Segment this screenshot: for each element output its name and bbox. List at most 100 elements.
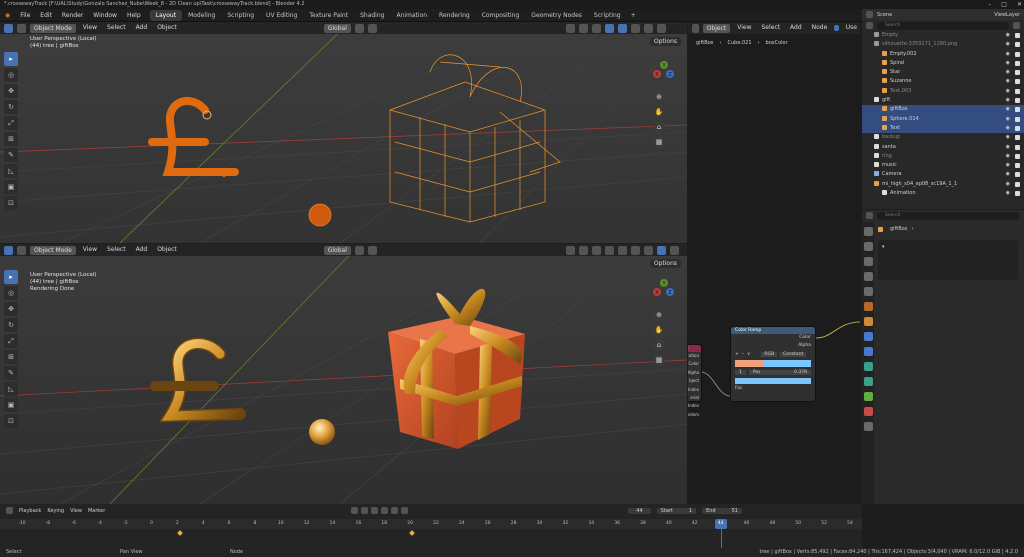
render-toggle-icon[interactable] xyxy=(1015,70,1020,76)
outliner-panel[interactable]: Scene ViewLayer Search Empty ◉ silhouette-… xyxy=(862,9,1024,209)
proportional-edit-icon[interactable] xyxy=(367,245,377,255)
outliner-row[interactable]: Empty.002 ◉ xyxy=(862,50,1024,59)
workspace-tab-animation[interactable]: Animation xyxy=(390,10,433,21)
menu-help[interactable]: Help xyxy=(122,9,146,22)
jump-end-icon[interactable] xyxy=(401,507,409,514)
menu-window[interactable]: Window xyxy=(88,9,122,22)
render-toggle-icon[interactable] xyxy=(1015,181,1020,187)
particles-tab-icon[interactable] xyxy=(863,347,873,356)
viewport-menu-view[interactable]: View xyxy=(80,244,100,256)
workspace-tab-scripting[interactable]: Scripting xyxy=(221,10,260,21)
outliner-row[interactable]: Text ◉ xyxy=(862,123,1024,134)
render-toggle-icon[interactable] xyxy=(1015,107,1020,113)
proportional-edit-icon[interactable] xyxy=(367,23,377,33)
visibility-eye-icon[interactable]: ◉ xyxy=(1006,180,1010,189)
properties-panel[interactable]: Search giftBox › ▾ xyxy=(862,210,1024,504)
shading-solid-icon[interactable] xyxy=(630,23,640,33)
visibility-eye-icon[interactable]: ◉ xyxy=(1006,105,1010,114)
snap-icon[interactable] xyxy=(354,245,364,255)
outliner-row[interactable]: giftBox ◉ xyxy=(862,105,1024,115)
minimize-icon[interactable]: – xyxy=(988,0,991,9)
render-toggle-icon[interactable] xyxy=(1015,88,1020,94)
viewport-menu-select[interactable]: Select xyxy=(104,244,129,256)
constraints-tab-icon[interactable] xyxy=(863,377,873,386)
pin-icon[interactable]: › xyxy=(912,226,914,232)
outliner-row[interactable]: backup ◉ xyxy=(862,133,1024,142)
xray-icon[interactable] xyxy=(604,245,614,255)
scene-icon[interactable] xyxy=(866,11,873,18)
axis-gizmo-icon[interactable]: Y X Z xyxy=(653,60,675,86)
object-mode-dropdown[interactable]: Object Mode xyxy=(30,245,76,255)
rotate-tool-icon[interactable]: ↻ xyxy=(4,100,18,114)
add-stop-button[interactable]: + xyxy=(735,352,739,357)
view-layer-tab-icon[interactable] xyxy=(863,272,873,281)
snap-icon[interactable] xyxy=(354,23,364,33)
outliner-search-input[interactable]: Search xyxy=(877,21,1009,30)
object-mode-dropdown[interactable]: Object Mode xyxy=(30,23,76,33)
render-toggle-icon[interactable] xyxy=(1015,172,1020,178)
visibility-eye-icon[interactable]: ◉ xyxy=(1006,133,1010,142)
axis-gizmo-icon[interactable]: Y X Z xyxy=(653,278,675,304)
timeline-menu-marker[interactable]: Marker xyxy=(88,508,105,514)
shader-node-editor[interactable]: Object View Select Add Node Use giftBox … xyxy=(688,22,860,504)
node-menu-select[interactable]: Select xyxy=(759,22,784,34)
visibility-eye-icon[interactable]: ◉ xyxy=(1006,40,1010,49)
render-toggle-icon[interactable] xyxy=(1015,191,1020,197)
overlay-icon[interactable] xyxy=(591,23,601,33)
visibility-eye-icon[interactable]: ◉ xyxy=(1006,96,1010,105)
render-toggle-icon[interactable] xyxy=(1015,125,1020,131)
texture-coordinate-node[interactable]: tix Location Color Alpha bject Index eri… xyxy=(688,344,702,417)
viewport-bottom[interactable]: Object Mode View Select Add Object Globa… xyxy=(0,244,687,504)
visibility-eye-icon[interactable]: ◉ xyxy=(1006,115,1010,124)
maximize-icon[interactable]: □ xyxy=(1001,0,1007,9)
timeline-menu-playback[interactable]: Playback xyxy=(19,508,41,514)
render-toggle-icon[interactable] xyxy=(1015,51,1020,57)
annotate-tool-icon[interactable]: ✎ xyxy=(4,148,18,162)
object-tab-icon[interactable] xyxy=(863,317,873,326)
node-menu-node[interactable]: Node xyxy=(809,22,831,34)
end-frame-field[interactable]: End 51 xyxy=(702,507,742,514)
viewport-menu-object[interactable]: Object xyxy=(154,244,180,256)
visibility-icon[interactable] xyxy=(565,245,575,255)
workspace-tab-uv-editing[interactable]: UV Editing xyxy=(260,10,303,21)
playhead[interactable]: 44 xyxy=(714,519,727,529)
rotate-tool-icon[interactable]: ↻ xyxy=(4,318,18,332)
filter-icon[interactable] xyxy=(1013,22,1020,29)
editor-type-icon[interactable] xyxy=(692,23,699,33)
render-toggle-icon[interactable] xyxy=(1015,79,1020,85)
outliner-row[interactable]: silhouette-3359171_1280.png ◉ xyxy=(862,40,1024,49)
render-toggle-icon[interactable] xyxy=(1015,98,1020,104)
use-nodes-checkbox[interactable] xyxy=(834,25,839,31)
timeline-menu-view[interactable]: View xyxy=(70,508,82,514)
workspace-tab-texture-paint[interactable]: Texture Paint xyxy=(303,10,354,21)
workspace-tab-modeling[interactable]: Modeling xyxy=(182,10,221,21)
visibility-eye-icon[interactable]: ◉ xyxy=(1006,68,1010,77)
visibility-eye-icon[interactable]: ◉ xyxy=(1006,87,1010,96)
properties-editor-icon[interactable] xyxy=(866,212,873,219)
annotate-tool-icon[interactable]: ✎ xyxy=(4,366,18,380)
outliner-row[interactable]: santa ◉ xyxy=(862,143,1024,152)
render-toggle-icon[interactable] xyxy=(1015,153,1020,159)
tool-tab-icon[interactable] xyxy=(863,227,873,236)
shading-rendered-icon[interactable] xyxy=(656,245,666,255)
viewport-menu-select[interactable]: Select xyxy=(104,22,129,34)
render-toggle-icon[interactable] xyxy=(1015,116,1020,122)
scene-name[interactable]: Scene xyxy=(877,12,892,18)
scale-tool-icon[interactable]: ⤢ xyxy=(4,334,18,348)
select-mode-icon[interactable] xyxy=(17,23,26,33)
pan-hand-icon[interactable]: ✋ xyxy=(653,106,665,118)
extra-tool-icon[interactable]: ⊡ xyxy=(4,196,18,210)
select-box-tool-icon[interactable]: ▸ xyxy=(4,270,18,284)
transform-tool-icon[interactable]: ⊞ xyxy=(4,350,18,364)
visibility-eye-icon[interactable]: ◉ xyxy=(1006,31,1010,40)
outliner-row[interactable]: gift ◉ xyxy=(862,96,1024,105)
outliner-row[interactable]: music ◉ xyxy=(862,161,1024,170)
shading-material-icon[interactable] xyxy=(643,23,653,33)
shading-rendered-icon[interactable] xyxy=(656,23,666,33)
xray-icon[interactable] xyxy=(604,23,614,33)
render-toggle-icon[interactable] xyxy=(1015,60,1020,66)
visibility-eye-icon[interactable]: ◉ xyxy=(1006,77,1010,86)
editor-type-icon[interactable] xyxy=(4,245,13,255)
ramp-menu-icon[interactable]: ∨ xyxy=(747,352,750,357)
stop-position-field[interactable]: Pos 0.378 xyxy=(748,370,811,375)
